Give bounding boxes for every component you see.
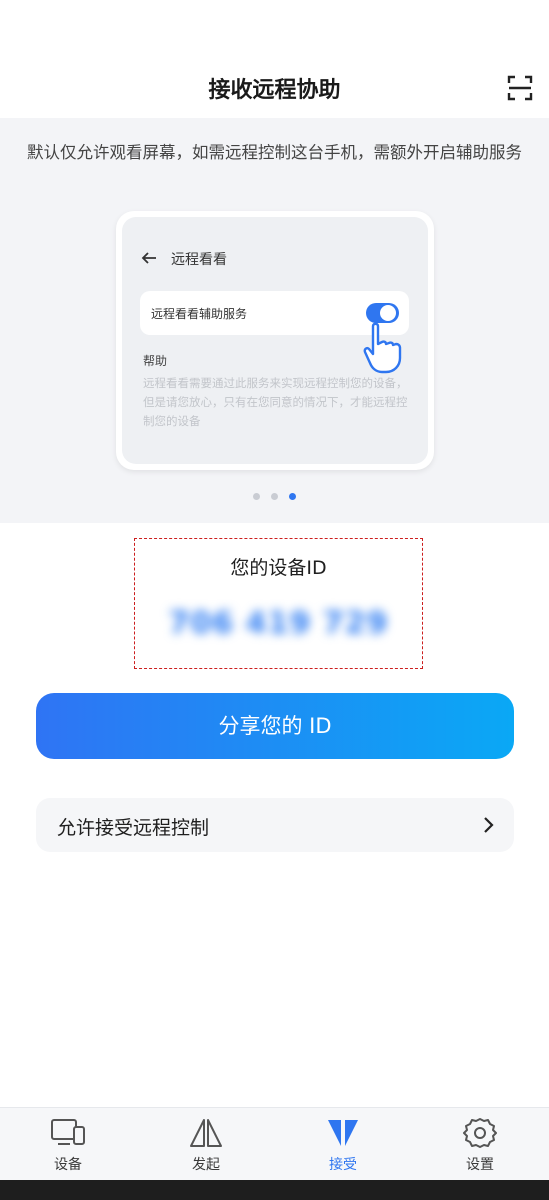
tab-label: 接受 — [329, 1157, 357, 1173]
receive-icon — [328, 1120, 358, 1146]
pointer-hand-icon — [363, 322, 402, 374]
settings-icon — [463, 1118, 497, 1148]
device-id-value: 706 419 729 — [168, 606, 389, 641]
chevron-right-icon — [484, 817, 494, 833]
guide-description: 默认仅允许观看屏幕，如需远程控制这台手机，需额外开启辅助服务 — [27, 143, 522, 162]
carousel-dot-active[interactable] — [289, 493, 296, 500]
mock-service-label: 远程看看辅助服务 — [151, 307, 248, 321]
mock-title: 远程看看 — [171, 252, 227, 268]
carousel-dots[interactable] — [253, 493, 297, 501]
system-navigation-bar — [0, 1180, 549, 1200]
devices-icon — [51, 1119, 85, 1145]
tab-settings[interactable]: 设置 — [430, 1107, 530, 1180]
tab-receive[interactable]: 接受 — [293, 1107, 393, 1180]
mock-help-title: 帮助 — [143, 354, 168, 368]
page-title: 接收远程协助 — [208, 78, 341, 103]
mock-help-text: 远程看看需要通过此服务来实现远程控制您的设备，但是请您放心，只有在您同意的情况下… — [143, 376, 408, 428]
initiate-icon — [190, 1119, 222, 1147]
allow-remote-control-label: 允许接受远程控制 — [57, 817, 210, 839]
tab-label: 设备 — [54, 1157, 82, 1173]
carousel-dot[interactable] — [271, 493, 278, 500]
mock-toggle-knob — [380, 305, 396, 321]
share-id-button[interactable]: 分享您的 ID — [36, 693, 514, 759]
scan-icon — [507, 75, 533, 101]
tab-label: 发起 — [192, 1157, 220, 1173]
tab-label: 设置 — [466, 1157, 494, 1173]
tab-devices[interactable]: 设备 — [18, 1107, 118, 1180]
carousel-dot[interactable] — [253, 493, 260, 500]
back-arrow-icon — [141, 252, 156, 264]
tab-initiate[interactable]: 发起 — [156, 1107, 256, 1180]
scan-button[interactable] — [506, 74, 534, 102]
device-id-label: 您的设备ID — [230, 557, 327, 579]
